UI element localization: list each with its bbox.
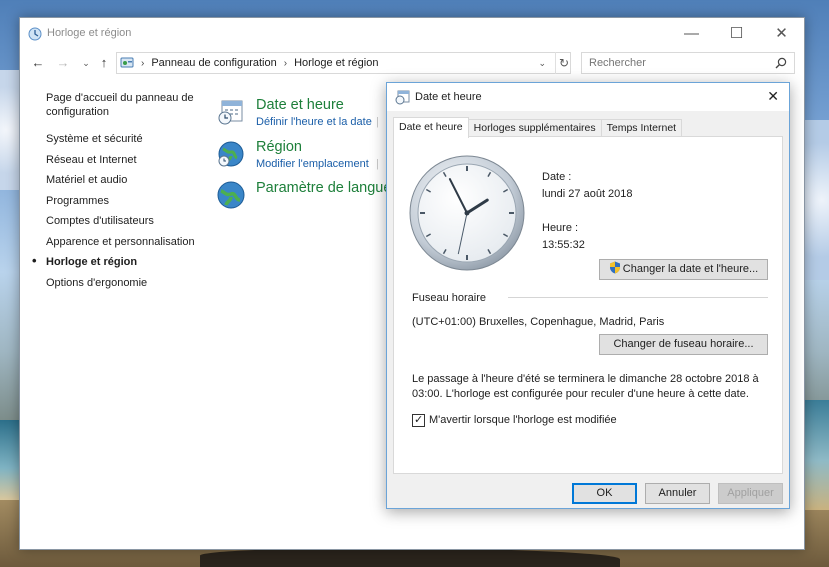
close-button[interactable]: ✕	[759, 18, 804, 48]
dialog-tabs: Date et heure Horloges supplémentaires T…	[393, 117, 683, 138]
sidebar-item-home[interactable]: Page d'accueil du panneau de configurati…	[46, 91, 206, 119]
chevron-down-icon[interactable]: ⌄	[538, 58, 546, 69]
link-set-date-time[interactable]: Définir l'heure et la date	[256, 116, 372, 128]
time-label: Heure :	[542, 222, 579, 234]
dialog-title: Date et heure	[415, 91, 482, 103]
change-timezone-button[interactable]: Changer de fuseau horaire...	[599, 334, 768, 355]
recent-locations-button[interactable]: ⌄	[76, 53, 96, 73]
category-title-date-time[interactable]: Date et heure	[256, 97, 344, 113]
cancel-button[interactable]: Annuler	[645, 483, 710, 504]
date-time-dialog: Date et heure ✕ Date et heure Horloges s…	[386, 82, 790, 509]
apply-button[interactable]: Appliquer	[718, 483, 783, 504]
calendar-clock-icon	[395, 90, 410, 105]
search-icon[interactable]	[775, 57, 787, 69]
sidebar-item-system-security[interactable]: Système et sécurité	[46, 132, 206, 146]
clock-region-icon	[28, 27, 42, 41]
timezone-value: (UTC+01:00) Bruxelles, Copenhague, Madri…	[412, 316, 665, 328]
change-date-time-label: Changer la date et l'heure...	[622, 263, 759, 275]
sidebar-item-user-accounts[interactable]: Comptes d'utilisateurs	[46, 214, 206, 228]
sidebar: Page d'accueil du panneau de configurati…	[32, 91, 206, 296]
sidebar-item-network[interactable]: Réseau et Internet	[46, 153, 206, 167]
back-button[interactable]: ←	[28, 53, 48, 73]
group-divider	[508, 297, 768, 298]
ok-button[interactable]: OK	[572, 483, 637, 504]
uac-shield-icon	[609, 261, 620, 274]
control-panel-icon	[120, 57, 134, 68]
link-change-location[interactable]: Modifier l'emplacement	[256, 158, 369, 170]
change-date-time-button[interactable]: Changer la date et l'heure...	[599, 259, 768, 280]
link-separator: |	[376, 158, 379, 170]
calendar-clock-icon	[218, 100, 243, 125]
breadcrumb-separator-icon: ›	[141, 57, 145, 69]
desktop-wallpaper-right	[805, 120, 829, 280]
link-separator: |	[376, 116, 379, 128]
timezone-group-label: Fuseau horaire	[412, 292, 486, 304]
desktop-rocks	[200, 548, 620, 567]
sidebar-item-ease-of-access[interactable]: Options d'ergonomie	[46, 276, 206, 290]
desktop-ocean-left	[0, 420, 20, 500]
category-title-region[interactable]: Région	[256, 139, 302, 155]
category-title-language[interactable]: Paramètre de langue	[256, 180, 391, 196]
navigation-bar: ← → ⌄ ↑ › Panneau de configuration › Hor…	[20, 49, 804, 77]
dialog-close-button[interactable]: ✕	[767, 88, 779, 105]
desktop-wallpaper-left	[0, 70, 20, 190]
forward-button[interactable]: →	[53, 53, 73, 73]
notify-checkbox[interactable]: ✓	[412, 414, 425, 427]
tab-internet-time[interactable]: Temps Internet	[600, 119, 683, 137]
notify-checkbox-label[interactable]: M'avertir lorsque l'horloge est modifiée	[429, 414, 617, 426]
breadcrumb-separator-icon: ›	[283, 57, 288, 69]
dialog-title-bar: Date et heure ✕	[387, 83, 789, 111]
tab-date-time[interactable]: Date et heure	[393, 117, 469, 138]
breadcrumb-clock-region[interactable]: Horloge et région	[294, 57, 378, 69]
minimize-button[interactable]: —	[669, 18, 714, 48]
sidebar-item-hardware-sound[interactable]: Matériel et audio	[46, 173, 206, 187]
check-mark-icon: ✓	[414, 414, 424, 426]
up-button[interactable]: ↑	[94, 53, 114, 73]
globe-clock-icon	[218, 141, 244, 167]
breadcrumb-control-panel[interactable]: Panneau de configuration	[151, 57, 276, 69]
address-bar[interactable]: › Panneau de configuration › Horloge et …	[116, 52, 571, 74]
sidebar-item-appearance[interactable]: Apparence et personnalisation	[46, 235, 206, 249]
date-label: Date :	[542, 171, 572, 183]
time-value: 13:55:32	[542, 239, 585, 251]
tab-panel-date-time: Date : lundi 27 août 2018 Heure : 13:55:…	[393, 136, 783, 474]
dst-notice: Le passage à l'heure d'été se terminera …	[412, 373, 759, 400]
sidebar-item-programs[interactable]: Programmes	[46, 194, 206, 208]
sidebar-item-clock-region[interactable]: Horloge et région	[32, 254, 206, 269]
search-input[interactable]	[581, 52, 795, 74]
window-title: Horloge et région	[47, 27, 132, 39]
desktop-ocean-right	[805, 400, 829, 510]
refresh-button[interactable]: ↻	[555, 52, 572, 74]
title-bar: Horloge et région — ☐ ✕	[20, 18, 804, 49]
tab-additional-clocks[interactable]: Horloges supplémentaires	[467, 119, 602, 137]
maximize-button[interactable]: ☐	[714, 18, 759, 48]
globe-icon	[217, 181, 245, 209]
date-value: lundi 27 août 2018	[542, 188, 633, 200]
analog-clock	[409, 155, 525, 271]
